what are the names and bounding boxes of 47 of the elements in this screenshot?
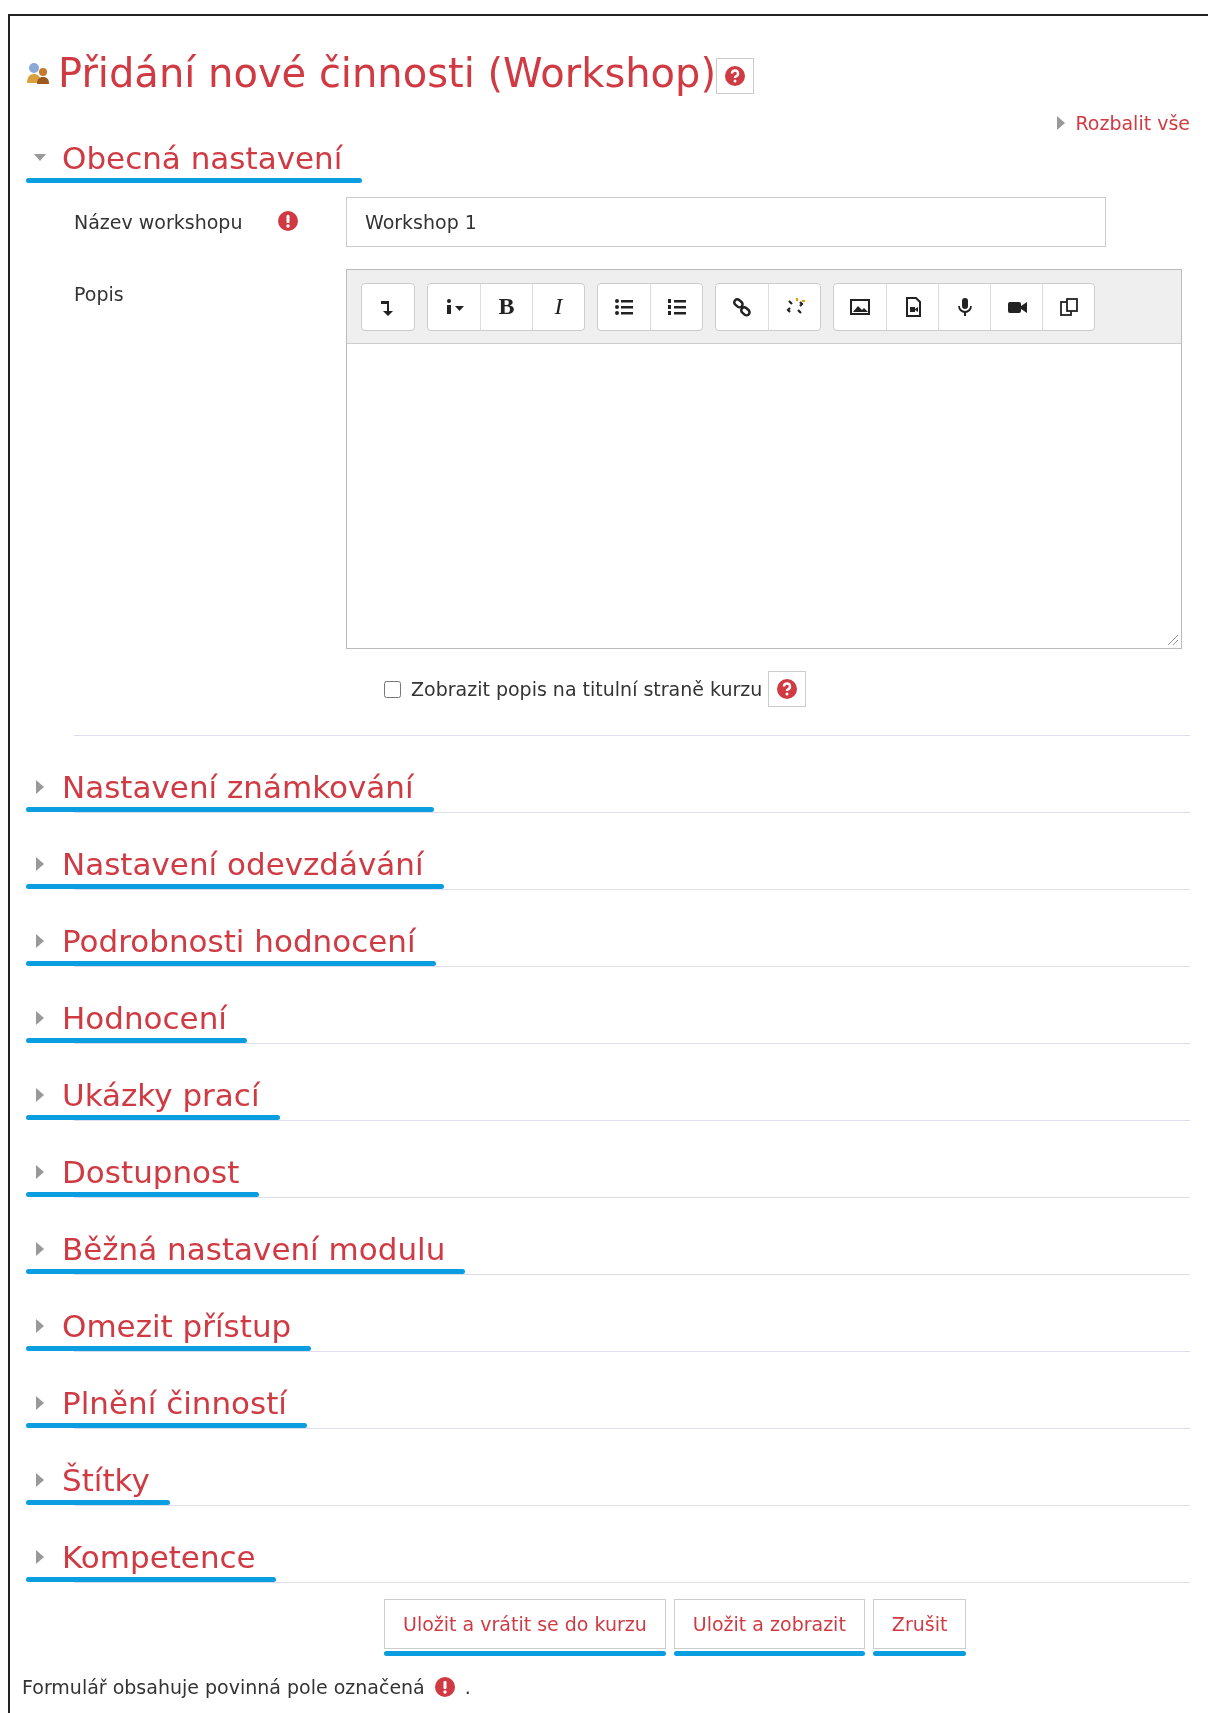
expand-caret-icon xyxy=(34,1473,46,1487)
workshop-people-icon xyxy=(26,61,50,85)
name-input-field[interactable]: Workshop 1 xyxy=(346,197,1106,247)
footer-period: . xyxy=(464,1676,471,1698)
checkbox-label: Zobrazit popis na titulní straně kurzu xyxy=(411,678,763,700)
link-icon xyxy=(731,295,753,318)
footer-note: Formulář obsahuje povinná pole označená xyxy=(22,1676,425,1698)
help-icon[interactable] xyxy=(725,66,746,86)
section-toggle[interactable]: Dostupnost xyxy=(26,1154,248,1190)
expand-caret-icon xyxy=(34,1242,46,1256)
page-title: Přidání nové činnosti (Workshop) xyxy=(58,50,717,96)
description-editor[interactable]: B I xyxy=(346,269,1182,649)
help-button[interactable] xyxy=(716,58,755,94)
section-toggle[interactable]: Běžná nastavení modulu xyxy=(26,1231,454,1267)
italic-button[interactable]: I xyxy=(532,283,584,330)
bold-button[interactable]: B xyxy=(480,283,532,330)
section-toggle[interactable]: Omezit přístup xyxy=(26,1308,300,1344)
expand-caret-icon xyxy=(34,934,46,948)
expand-caret-icon xyxy=(34,780,46,794)
section-toggle[interactable]: Nastavení známkování xyxy=(26,769,422,805)
section-toggle[interactable]: Obecná nastavení xyxy=(26,140,351,176)
expand-caret-icon xyxy=(34,1088,46,1102)
section-toggle[interactable]: Hodnocení xyxy=(26,1000,235,1036)
help-button[interactable] xyxy=(768,671,807,707)
copy-icon xyxy=(1057,295,1080,318)
section-toggle[interactable]: Nastavení odevzdávání xyxy=(26,846,432,882)
expand-all-link[interactable]: Rozbalit vše xyxy=(1055,112,1190,134)
expand-caret-icon xyxy=(34,1011,46,1025)
expand-caret-icon xyxy=(34,1396,46,1410)
expand-caret-icon xyxy=(34,1319,46,1333)
expand-caret-icon xyxy=(34,1550,46,1564)
section-toggle[interactable]: Plnění činností xyxy=(26,1385,295,1421)
resize-handle-icon xyxy=(1167,634,1179,646)
section-toggle[interactable]: Štítky xyxy=(26,1462,158,1498)
expand-caret-icon xyxy=(34,1165,46,1179)
section-toggle[interactable]: Ukázky prací xyxy=(26,1077,268,1113)
expand-caret-icon xyxy=(34,857,46,871)
form-button[interactable]: Zrušit xyxy=(872,1599,967,1649)
section-toggle[interactable]: Podrobnosti hodnocení xyxy=(26,923,424,959)
help-icon[interactable] xyxy=(777,679,798,699)
checkbox[interactable] xyxy=(384,680,401,698)
form-button[interactable]: Uložit a zobrazit xyxy=(673,1599,865,1649)
field-label: Název workshopu xyxy=(74,211,243,233)
form-button[interactable]: Uložit a vrátit se do kurzu xyxy=(384,1599,666,1649)
required-icon xyxy=(434,1677,455,1697)
section-toggle[interactable]: Kompetence xyxy=(26,1539,264,1575)
field-label: Popis xyxy=(74,283,124,305)
